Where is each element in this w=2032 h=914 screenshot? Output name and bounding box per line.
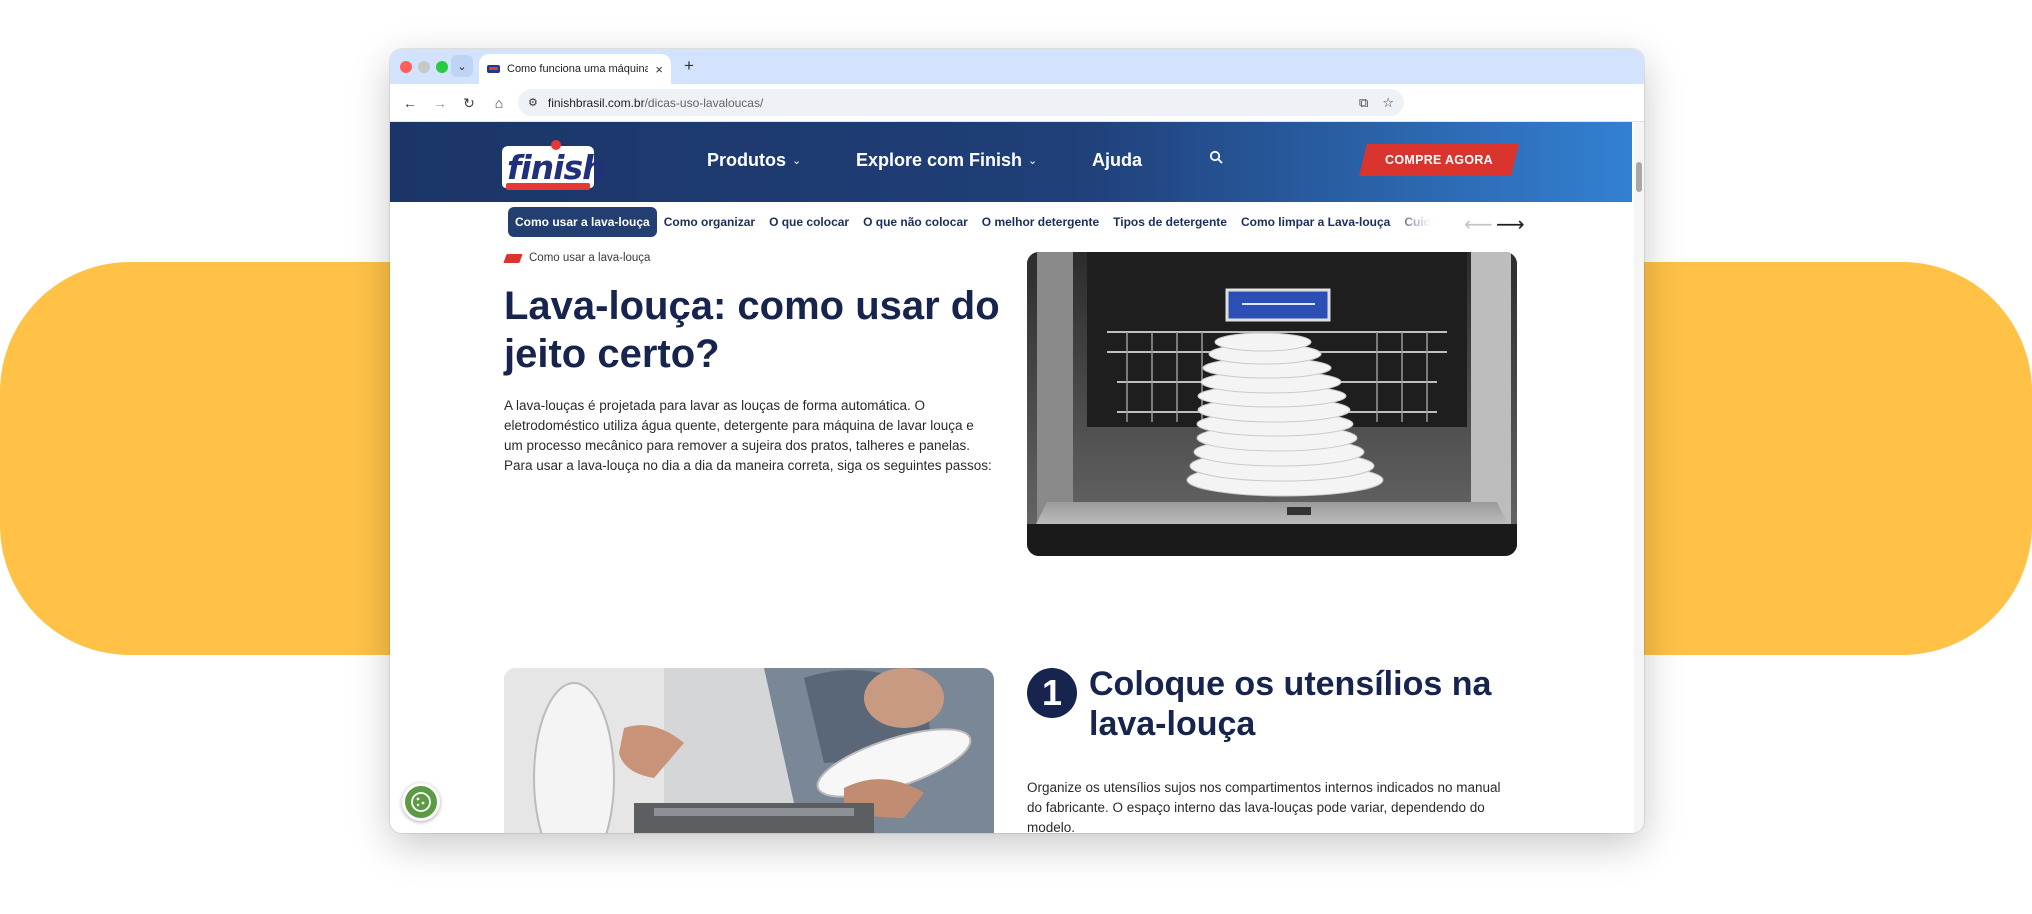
url-path: /dicas-uso-lavaloucas/ xyxy=(644,95,764,110)
subnav-item[interactable]: O que não colocar xyxy=(856,207,975,237)
subnav-fade xyxy=(1390,207,1458,237)
nav-explore[interactable]: Explore com Finish ⌄ xyxy=(856,150,1037,171)
step-paragraph: Organize os utensílios sujos nos compart… xyxy=(1027,780,1501,833)
chevron-down-icon: ⌄ xyxy=(792,155,802,167)
bookmark-star-icon[interactable]: ☆ xyxy=(1382,95,1394,111)
minimize-window-button[interactable] xyxy=(418,61,430,73)
nav-produtos[interactable]: Produtos ⌄ xyxy=(707,150,801,171)
dishwasher-plates-image xyxy=(1027,252,1517,556)
logo-wordmark: finish xyxy=(507,148,606,187)
nav-ajuda[interactable]: Ajuda xyxy=(1092,150,1142,171)
person-loading-dishwasher-image xyxy=(504,668,994,833)
url-host: finishbrasil.com.br xyxy=(547,95,645,110)
maximize-window-button[interactable] xyxy=(436,61,448,73)
breadcrumb-label[interactable]: Como usar a lava-louça xyxy=(529,252,650,264)
url-text[interactable]: finishbrasil.com.br/dicas-uso-lavaloucas… xyxy=(548,96,1345,110)
nav-produtos-label: Produtos xyxy=(707,150,786,170)
subnav-item[interactable]: Como organizar xyxy=(657,207,762,237)
tab-title: Como funciona uma máquina xyxy=(507,63,649,75)
cta-label: COMPRE AGORA xyxy=(1384,153,1493,167)
site-info-icon[interactable]: ⚙ xyxy=(528,96,538,109)
home-icon[interactable]: ⌂ xyxy=(488,92,510,114)
tab-search-chevron-icon[interactable]: ⌄ xyxy=(451,55,473,77)
arrow-left-icon[interactable]: ⟵ xyxy=(1464,212,1493,237)
page-scrollbar[interactable] xyxy=(1634,122,1644,833)
cookie-settings-button[interactable] xyxy=(402,783,440,821)
cookie-icon xyxy=(411,792,431,812)
browser-toolbar: ← → ↻ ⌂ ⚙ finishbrasil.com.br/dicas-uso-… xyxy=(390,84,1644,122)
subnav-item[interactable]: O que colocar xyxy=(762,207,856,237)
browser-tab-active[interactable]: Como funciona uma máquina × xyxy=(479,54,671,84)
scrollbar-thumb[interactable] xyxy=(1636,162,1642,192)
subnav-items: Como usar a lava-louça Como organizar O qu… xyxy=(508,207,1458,237)
browser-window: ⌄ Como funciona uma máquina × + ← → ↻ ⌂ … xyxy=(390,49,1644,833)
reload-icon[interactable]: ↻ xyxy=(458,92,480,114)
subnav-item[interactable]: Como limpar a Lava-louça xyxy=(1234,207,1397,237)
finish-logo[interactable]: finish xyxy=(502,140,606,192)
arrow-right-icon[interactable]: ⟶ xyxy=(1496,212,1525,237)
intro-paragraph: A lava-louças é projetada para lavar as … xyxy=(504,398,992,473)
nav-explore-label: Explore com Finish xyxy=(856,150,1023,170)
logo-red-bar xyxy=(506,183,590,190)
search-icon[interactable] xyxy=(1209,150,1223,169)
subnav-item[interactable]: Como usar a lava-louça xyxy=(508,207,657,237)
nav-ajuda-label: Ajuda xyxy=(1092,150,1143,170)
step-number-badge: 1 xyxy=(1027,668,1077,718)
finish-favicon-icon xyxy=(487,65,500,73)
subnav-item[interactable]: O melhor detergente xyxy=(975,207,1106,237)
breadcrumb-flag-icon xyxy=(503,253,523,263)
page-title: Lava-louça: como usar do jeito certo? xyxy=(504,284,1000,376)
compre-agora-button[interactable]: COMPRE AGORA xyxy=(1359,144,1519,176)
new-tab-button[interactable]: + xyxy=(678,55,700,77)
stage: ⌄ Como funciona uma máquina × + ← → ↻ ⌂ … xyxy=(0,0,2032,914)
step-title: Coloque os utensílios na lava-louça xyxy=(1089,665,1492,743)
address-bar[interactable]: ⚙ finishbrasil.com.br/dicas-uso-lavalouc… xyxy=(518,89,1404,116)
article-content: Como usar a lava-louça Lava-louça: como … xyxy=(390,244,1632,833)
tab-strip: ⌄ Como funciona uma máquina × + xyxy=(390,49,1644,84)
tab-close-icon[interactable]: × xyxy=(655,62,663,77)
close-window-button[interactable] xyxy=(400,61,412,73)
site-header: finish Produtos ⌄ Explore com Finish ⌄ Aju… xyxy=(390,122,1632,202)
article-subnav: Como usar a lava-louça Como organizar O qu… xyxy=(390,202,1632,244)
chevron-down-icon: ⌄ xyxy=(1028,155,1038,167)
breadcrumb: Como usar a lava-louça xyxy=(503,252,650,264)
subnav-item[interactable]: Tipos de detergente xyxy=(1106,207,1234,237)
forward-arrow-icon[interactable]: → xyxy=(429,92,451,114)
back-arrow-icon[interactable]: ← xyxy=(399,92,421,114)
install-app-icon[interactable]: ⧉ xyxy=(1359,95,1368,111)
